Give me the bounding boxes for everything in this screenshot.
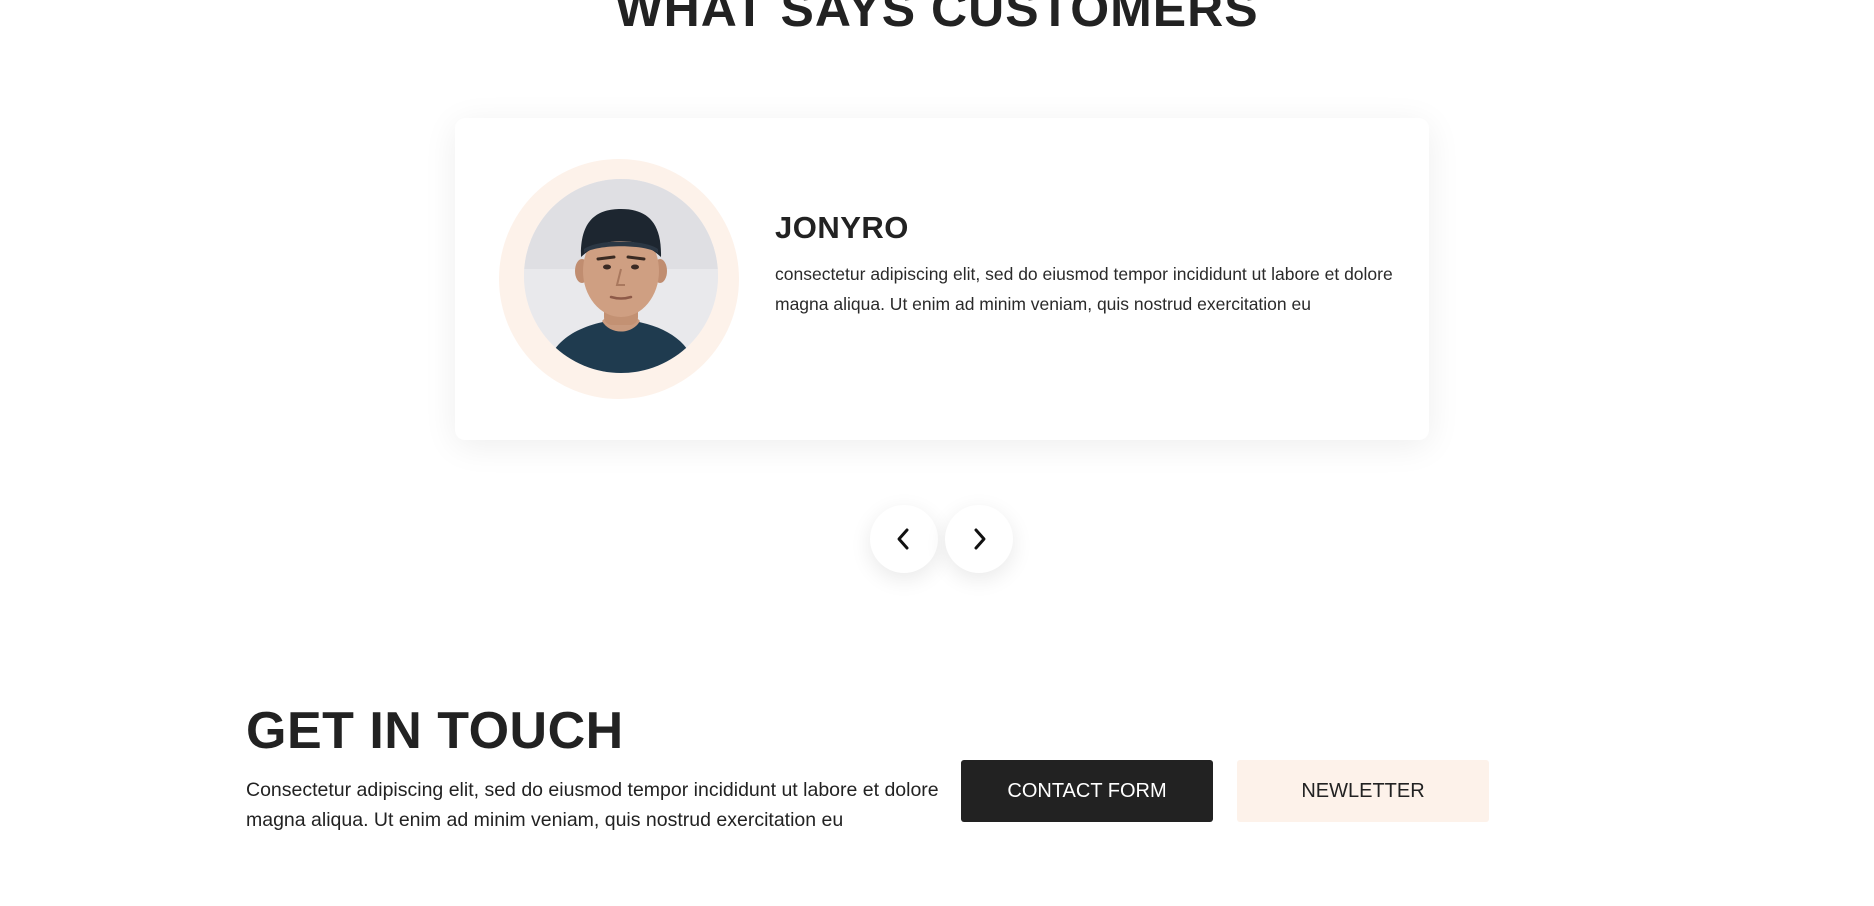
- avatar: [524, 179, 718, 373]
- customer-quote: consectetur adipiscing elit, sed do eius…: [775, 264, 1393, 314]
- testimonial-card: JONYRO consectetur adipiscing elit, sed …: [455, 118, 1429, 440]
- chevron-right-icon: [974, 528, 986, 550]
- customer-photo: [524, 179, 718, 373]
- contact-heading: GET IN TOUCH: [246, 702, 624, 760]
- next-testimonial-button[interactable]: [945, 505, 1013, 573]
- contact-description: Consectetur adipiscing elit, sed do eius…: [246, 779, 939, 831]
- testimonials-heading: WHAT SAYS CUSTOMERS: [615, 0, 1259, 37]
- avatar-ring: [499, 159, 739, 399]
- newsletter-button[interactable]: NEWLETTER: [1237, 760, 1489, 822]
- contact-form-button[interactable]: CONTACT FORM: [961, 760, 1213, 822]
- prev-testimonial-button[interactable]: [870, 505, 938, 573]
- customer-name: JONYRO: [775, 210, 909, 245]
- chevron-left-icon: [897, 528, 909, 550]
